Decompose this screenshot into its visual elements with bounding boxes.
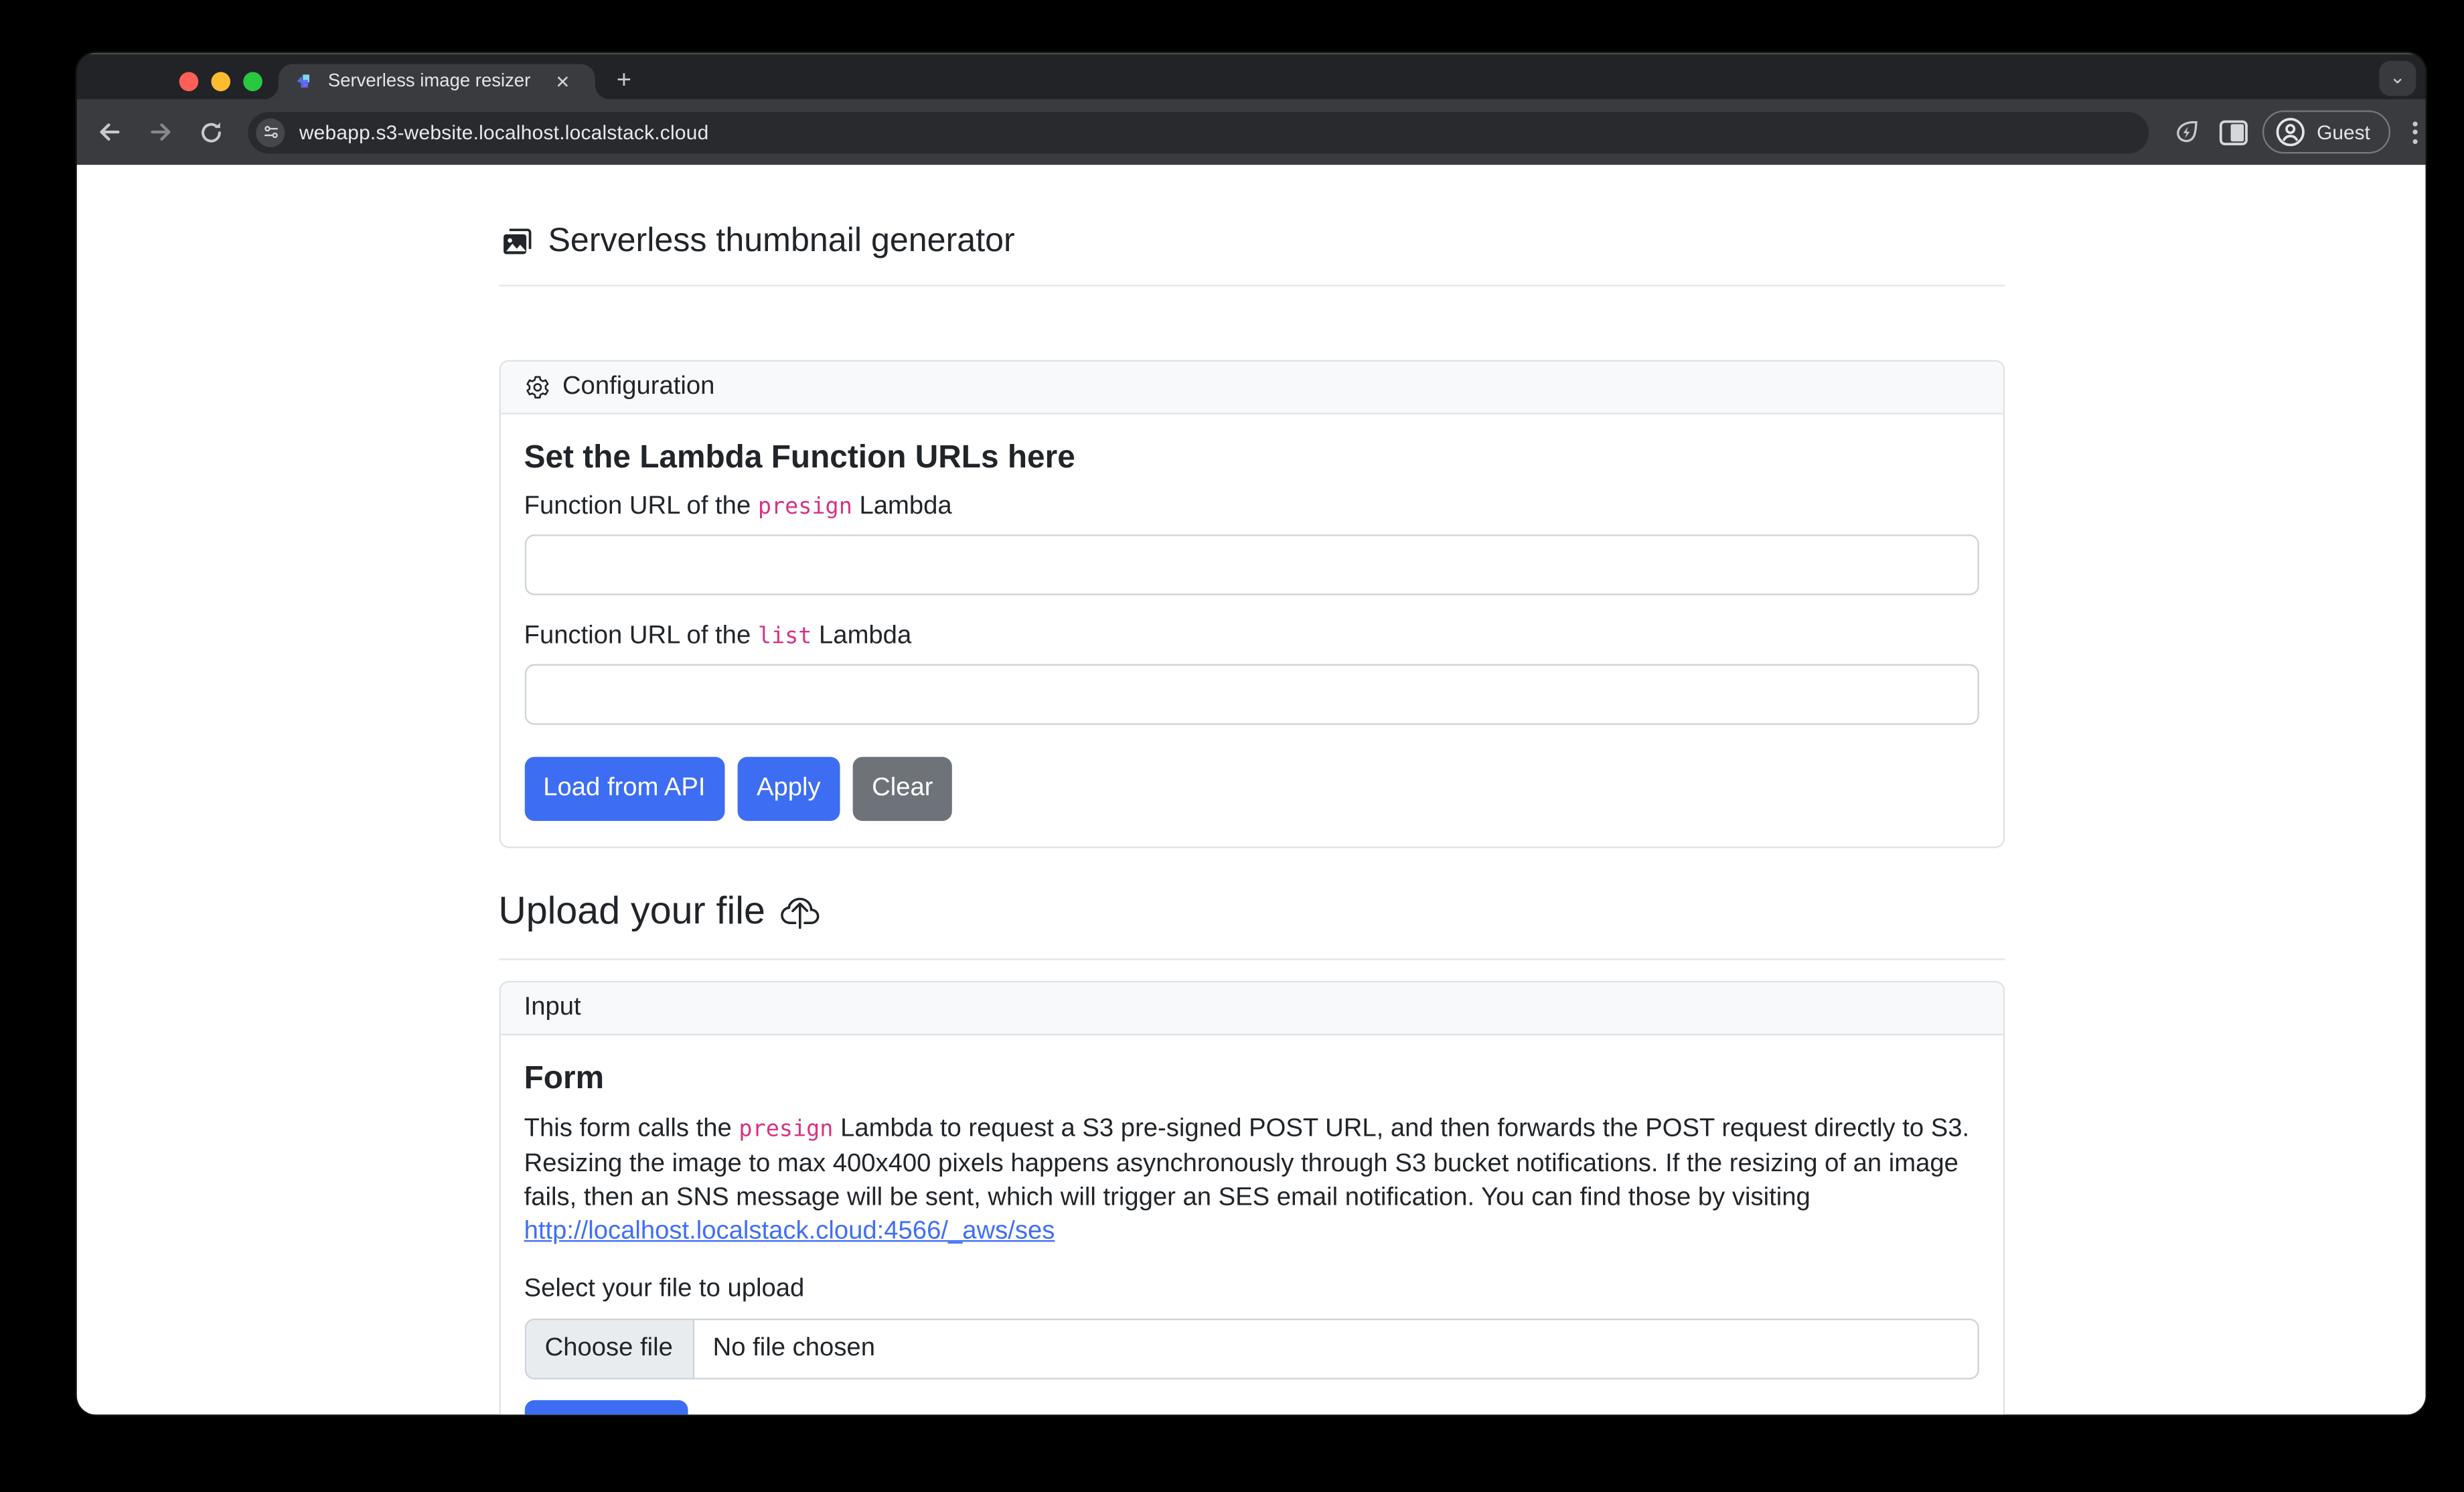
tab-search-chevron-icon[interactable]: ⌄ bbox=[2379, 61, 2416, 96]
address-bar[interactable]: webapp.s3-website.localhost.localstack.c… bbox=[248, 111, 2149, 153]
apply-button[interactable]: Apply bbox=[737, 757, 840, 821]
forward-arrow-icon bbox=[147, 119, 174, 146]
localstack-favicon-icon bbox=[295, 71, 315, 92]
file-input[interactable]: Choose file No file chosen bbox=[524, 1319, 1979, 1379]
browser-toolbar: webapp.s3-website.localhost.localstack.c… bbox=[77, 99, 2426, 165]
list-url-label: Function URL of the list Lambda bbox=[524, 623, 1979, 652]
tab-title: Serverless image resizer bbox=[328, 72, 536, 92]
web-page: Serverless thumbnail generator Configura… bbox=[77, 165, 2426, 1414]
back-arrow-icon bbox=[95, 119, 123, 146]
title-divider bbox=[498, 285, 2004, 286]
reload-icon bbox=[198, 119, 224, 145]
site-settings-badge[interactable] bbox=[256, 118, 285, 147]
side-panel-icon bbox=[2219, 119, 2248, 145]
url-text: webapp.s3-website.localhost.localstack.c… bbox=[299, 121, 709, 143]
form-description: This form calls the presign Lambda to re… bbox=[524, 1112, 1979, 1248]
upload-divider bbox=[498, 958, 2004, 960]
ses-link[interactable]: http://localhost.localstack.cloud:4566/_… bbox=[524, 1217, 1055, 1245]
presign-code: presign bbox=[758, 494, 852, 520]
browser-menu-button[interactable] bbox=[2402, 113, 2426, 151]
macos-close-button[interactable] bbox=[179, 71, 199, 90]
guest-avatar-icon bbox=[2275, 117, 2305, 147]
form-heading: Form bbox=[524, 1061, 1979, 1098]
cloud-upload-outline-icon bbox=[781, 893, 820, 931]
tab-close-icon[interactable]: ✕ bbox=[555, 71, 570, 92]
input-card-header: Input bbox=[500, 982, 2003, 1035]
tab-strip: Serverless image resizer ✕ + ⌄ bbox=[77, 53, 2426, 99]
browser-tab[interactable]: Serverless image resizer ✕ bbox=[279, 64, 595, 100]
macos-zoom-button[interactable] bbox=[243, 71, 262, 90]
list-url-input[interactable] bbox=[524, 664, 1979, 725]
presign-url-input[interactable] bbox=[524, 534, 1979, 595]
input-card: Input Form This form calls the presign L… bbox=[498, 981, 2004, 1415]
lambda-urls-heading: Set the Lambda Function URLs here bbox=[524, 440, 1979, 477]
page-title: Serverless thumbnail generator bbox=[498, 222, 2004, 260]
profile-label: Guest bbox=[2317, 121, 2370, 143]
configuration-card-header: Configuration bbox=[500, 362, 2003, 415]
file-select-label: Select your file to upload bbox=[524, 1276, 1979, 1304]
tune-icon bbox=[262, 123, 279, 141]
configuration-card: Configuration Set the Lambda Function UR… bbox=[498, 360, 2004, 848]
presign-url-label: Function URL of the presign Lambda bbox=[524, 493, 1979, 522]
reload-button[interactable] bbox=[192, 113, 230, 151]
clear-button[interactable]: Clear bbox=[852, 757, 952, 821]
energy-saver-leaf-icon bbox=[2172, 119, 2200, 146]
side-panel-button[interactable] bbox=[2214, 113, 2252, 151]
presign-code-inline: presign bbox=[739, 1117, 833, 1142]
back-button[interactable] bbox=[90, 113, 128, 151]
images-icon bbox=[498, 224, 534, 260]
forward-button[interactable] bbox=[141, 113, 179, 151]
choose-file-button[interactable]: Choose file bbox=[526, 1320, 694, 1377]
gear-icon bbox=[524, 374, 550, 400]
macos-minimize-button[interactable] bbox=[211, 71, 230, 90]
browser-window: Serverless image resizer ✕ + ⌄ bbox=[77, 53, 2426, 1415]
upload-section-heading: Upload your file bbox=[498, 890, 2004, 935]
upload-button[interactable]: Upload bbox=[524, 1400, 688, 1415]
new-tab-button[interactable]: + bbox=[608, 66, 640, 98]
load-from-api-button[interactable]: Load from API bbox=[524, 757, 725, 821]
profile-button[interactable]: Guest bbox=[2262, 110, 2391, 154]
performance-button[interactable] bbox=[2167, 113, 2205, 151]
list-code: list bbox=[758, 624, 812, 650]
file-status-text: No file chosen bbox=[694, 1320, 895, 1377]
